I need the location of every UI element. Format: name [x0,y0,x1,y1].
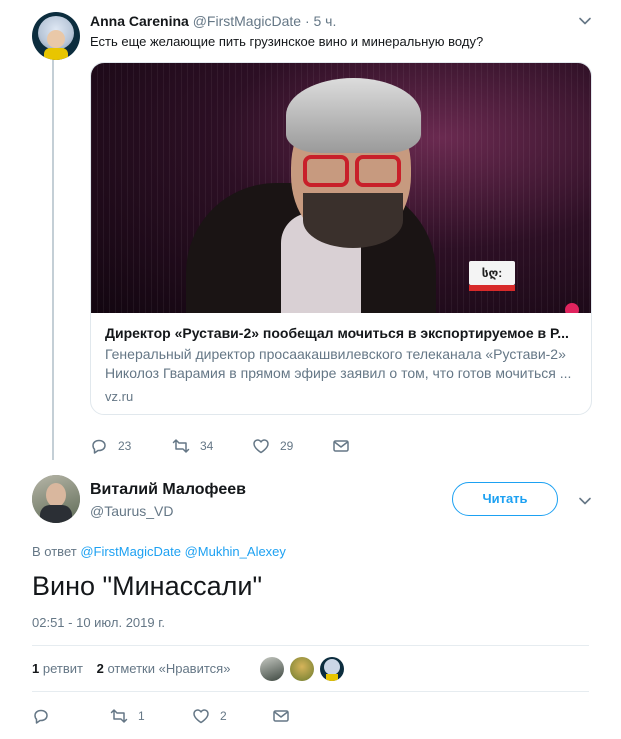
header-separator: · [304,13,310,29]
mention-link[interactable]: @Mukhin_Alexey [185,544,286,559]
author-handle[interactable]: @FirstMagicDate [193,13,301,29]
link-card[interactable]: სღ: Директор «Рустави-2» пообещал мочить… [90,62,592,415]
liker-avatar[interactable] [290,657,314,681]
tweet-timestamp[interactable]: 02:51 - 10 июл. 2019 г. [32,615,165,630]
reply-button[interactable] [32,706,60,726]
heart-icon [193,709,209,724]
reply-context: В ответ @FirstMagicDate @Mukhin_Alexey [32,544,286,559]
tweet-header: Anna Carenina @FirstMagicDate · 5 ч. [90,13,336,29]
reply-prefix: В ответ [32,544,77,559]
author-name[interactable]: Виталий Малофеев [90,481,246,499]
reply-count: 23 [118,439,132,453]
avatar[interactable] [32,12,80,60]
channel-logo: სღ: [469,261,515,285]
envelope-icon [273,710,289,722]
direct-message-button[interactable] [272,706,300,726]
divider [32,691,589,692]
thread-connector-line [52,60,54,460]
like-count: 29 [280,439,294,453]
retweet-count: 1 [138,709,145,723]
liker-avatar[interactable] [260,657,284,681]
like-count: 2 [220,709,227,723]
engagement-stats: 1 ретвит 2 отметки «Нравится» [32,661,230,676]
tweet-text: Есть еще желающие пить грузинское вино и… [90,34,484,49]
card-description: Генеральный директор просаакашвилевского… [105,346,572,381]
caret-down-icon[interactable] [578,14,592,28]
caret-down-icon[interactable] [578,494,592,508]
tweet-actions: 23 34 29 [90,436,390,456]
retweet-count: 34 [200,439,214,453]
author-handle[interactable]: @Taurus_VD [90,503,173,519]
direct-message-button[interactable] [332,436,360,456]
author-name[interactable]: Anna Carenina [90,13,189,29]
reply-icon [92,439,106,454]
card-title: Директор «Рустави-2» пообещал мочиться в… [105,325,569,341]
reply-icon [34,709,48,724]
like-button[interactable]: 2 [192,706,227,726]
mention-link[interactable]: @FirstMagicDate [80,544,181,559]
retweet-icon [110,709,128,723]
tweet-text: Вино "Минассали" [32,571,263,601]
divider [32,645,589,646]
likes-stat[interactable]: 2 отметки «Нравится» [97,661,231,676]
card-domain: vz.ru [105,389,134,404]
like-button[interactable]: 29 [252,436,293,456]
avatar[interactable] [32,475,80,523]
retweet-icon [172,439,190,453]
follow-button[interactable]: Читать [452,482,558,516]
reply-button[interactable]: 23 [90,436,131,456]
retweet-button[interactable]: 1 [110,706,145,726]
retweets-stat[interactable]: 1 ретвит [32,661,83,676]
retweet-button[interactable]: 34 [172,436,213,456]
tweet-actions: 1 2 [32,706,332,726]
heart-icon [253,439,269,454]
liker-avatar[interactable] [320,657,344,681]
card-image: სღ: [91,63,591,313]
media-badge-icon [565,303,579,313]
tweet-time[interactable]: 5 ч. [314,13,337,29]
envelope-icon [333,440,349,452]
